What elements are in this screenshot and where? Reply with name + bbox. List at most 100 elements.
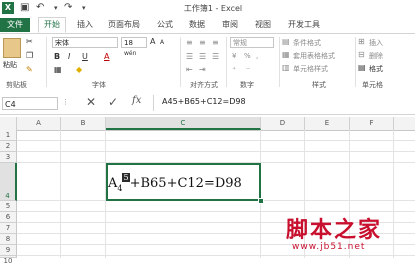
name-box[interactable]: C4 (2, 97, 58, 110)
tab-data[interactable]: 数据 (189, 18, 205, 32)
undo-dropdown-icon[interactable]: ▾ (54, 4, 58, 12)
percent-button[interactable]: % (244, 52, 251, 60)
format-as-table-button[interactable]: 套用表格格式 (293, 51, 335, 61)
group-divider (180, 37, 181, 87)
currency-button[interactable]: ¥ (232, 52, 236, 60)
tab-developer[interactable]: 开发工具 (288, 18, 320, 32)
cell-text-rest: +B65+C12=D98 (129, 176, 242, 191)
gridline (17, 255, 415, 256)
cell-c4-content[interactable]: A4 5+B65+C12=D98 (108, 173, 242, 193)
watermark-logo: 脚本之家 (286, 217, 383, 243)
number-group-label: 数字 (240, 81, 254, 89)
conditional-format-button[interactable]: 条件格式 (293, 38, 321, 48)
customize-toolbar-icon[interactable]: ▾ (82, 4, 86, 12)
align-middle-icon[interactable]: ≡ (199, 38, 206, 47)
align-center-icon[interactable]: ☰ (199, 52, 206, 61)
window-title: 工作簿1 - Excel (183, 4, 243, 13)
fill-color-icon[interactable]: ◆ (76, 65, 82, 74)
ribbon: 粘贴 ✂ ❐ ✎ 剪贴板 宋体 18 A A B I U A wén ▦ ◆ 字… (0, 33, 415, 93)
fill-handle[interactable] (258, 198, 264, 204)
shrink-font-button[interactable]: A (160, 39, 164, 46)
align-left-icon[interactable]: ☰ (186, 52, 193, 61)
cancel-icon[interactable]: ✕ (86, 95, 96, 109)
watermark-url: www.jb51.net (292, 242, 366, 252)
underline-button[interactable]: U (82, 52, 88, 61)
column-header[interactable]: A (17, 117, 61, 130)
tab-page-layout[interactable]: 页面布局 (108, 18, 140, 32)
font-name-select[interactable]: 宋体 (52, 37, 118, 48)
save-icon[interactable]: ▣ (20, 2, 29, 13)
clipboard-group-label: 剪贴板 (6, 81, 27, 89)
font-color-button[interactable]: A (104, 52, 109, 61)
tab-insert[interactable]: 插入 (77, 18, 93, 32)
tab-file[interactable]: 文件 (0, 18, 30, 32)
divider (153, 95, 154, 111)
row-header[interactable]: 9 (0, 245, 17, 256)
decrease-decimal-icon[interactable]: ⁻ (246, 65, 250, 74)
format-painter-icon[interactable]: ✎ (26, 65, 33, 74)
column-header[interactable]: C (106, 117, 261, 130)
delete-cells-button[interactable]: 删除 (369, 51, 383, 61)
outdent-icon[interactable]: ⇥ (199, 65, 206, 74)
row-header[interactable]: 6 (0, 212, 17, 223)
align-top-icon[interactable]: ≡ (186, 38, 193, 47)
cell-text-base: A (108, 176, 118, 191)
format-as-table-icon[interactable]: ▦ (282, 50, 290, 59)
cell-styles-button[interactable]: 单元格样式 (293, 64, 328, 74)
row-header[interactable]: 5 (0, 201, 17, 212)
comma-button[interactable]: , (256, 52, 258, 60)
excel-logo-icon: X (2, 2, 14, 14)
insert-cells-icon[interactable]: ⊞ (358, 37, 365, 46)
alignment-group-label: 对齐方式 (190, 81, 218, 89)
gridline (60, 130, 61, 258)
font-size-select[interactable]: 18 (121, 37, 147, 48)
row-header[interactable]: 3 (0, 152, 17, 163)
tab-home[interactable]: 开始 (38, 17, 66, 33)
align-right-icon[interactable]: ☰ (212, 52, 219, 61)
select-all-corner[interactable] (0, 117, 17, 130)
redo-icon[interactable]: ↷ (64, 2, 72, 13)
paste-icon[interactable] (3, 38, 21, 58)
italic-button[interactable]: I (68, 52, 70, 61)
undo-icon[interactable]: ↶ (36, 2, 44, 13)
delete-cells-icon[interactable]: ⊟ (358, 50, 365, 59)
row-header[interactable]: 4 (0, 163, 17, 201)
paste-button[interactable]: 粘贴 (3, 60, 17, 70)
borders-icon[interactable]: ▦ (54, 65, 62, 74)
copy-icon[interactable]: ❐ (26, 51, 33, 60)
bold-button[interactable]: B (54, 52, 60, 61)
conditional-format-icon[interactable]: ▤ (282, 37, 290, 46)
grow-font-button[interactable]: A (150, 37, 155, 46)
name-box-dropdown-icon[interactable]: ⋮ (62, 98, 69, 106)
enter-icon[interactable]: ✓ (108, 95, 118, 109)
row-header[interactable]: 2 (0, 141, 17, 152)
column-header[interactable]: D (261, 117, 305, 130)
cell-text-superscript: 5 (122, 173, 130, 182)
increase-decimal-icon[interactable]: ⁺ (232, 65, 236, 74)
number-format-select[interactable]: 常规 (230, 37, 274, 48)
cells-group-label: 单元格 (362, 81, 383, 89)
format-cells-icon[interactable]: ▤ (358, 63, 366, 72)
formula-input[interactable]: A45+B65+C12=D98 (162, 97, 246, 106)
cut-icon[interactable]: ✂ (26, 37, 33, 46)
insert-function-icon[interactable]: fx (132, 95, 141, 106)
column-headers: A B C D E F (0, 117, 415, 131)
align-bottom-icon[interactable]: ≡ (212, 38, 219, 47)
row-header[interactable]: 1 (0, 130, 17, 141)
tab-view[interactable]: 视图 (255, 18, 271, 32)
column-header[interactable]: F (350, 117, 394, 130)
row-header[interactable]: 7 (0, 223, 17, 234)
insert-cells-button[interactable]: 插入 (369, 38, 383, 48)
tab-review[interactable]: 审阅 (222, 18, 238, 32)
ribbon-tabs: 文件 开始 插入 页面布局 公式 数据 审阅 视图 开发工具 (0, 16, 415, 33)
format-cells-button[interactable]: 格式 (369, 64, 383, 74)
indent-icon[interactable]: ⇤ (186, 65, 193, 74)
row-header[interactable]: 8 (0, 234, 17, 245)
tab-formulas[interactable]: 公式 (157, 18, 173, 32)
formula-bar: C4 ⋮ ✕ ✓ fx A45+B65+C12=D98 (0, 92, 415, 115)
column-header[interactable]: E (305, 117, 350, 130)
group-divider (226, 37, 227, 87)
column-header[interactable]: B (61, 117, 106, 130)
cell-styles-icon[interactable]: ▥ (282, 63, 290, 72)
phonetic-guide-button[interactable]: wén (124, 50, 136, 57)
